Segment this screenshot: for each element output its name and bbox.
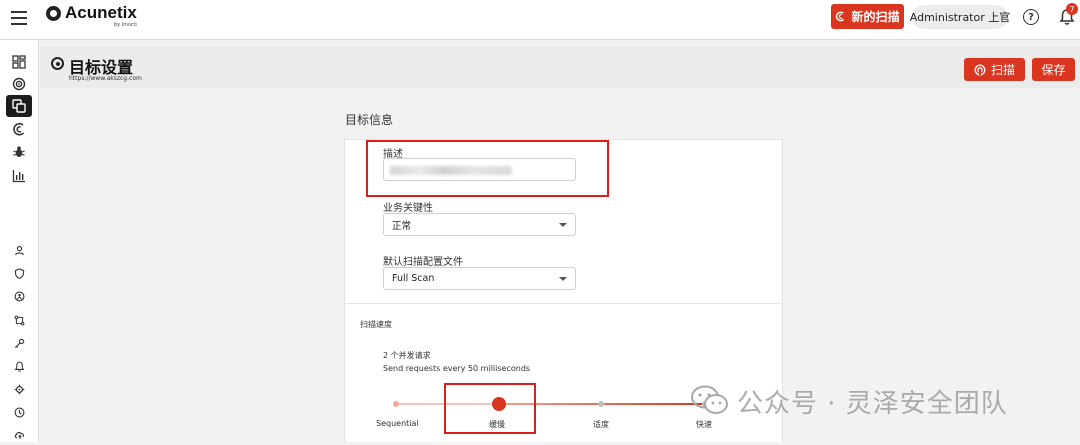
scan-label: 扫描	[990, 63, 1015, 77]
speed-option-sequential[interactable]: Sequential	[376, 419, 419, 428]
user-name: Administrator 上官	[909, 11, 1011, 24]
scan-speed-label: 扫描速度	[360, 320, 392, 329]
speed-option-moderate[interactable]: 适度	[593, 419, 609, 430]
annotation-box-description	[366, 140, 609, 197]
notifications-icon[interactable]	[6, 355, 32, 377]
sidebar	[0, 40, 39, 442]
targets-icon[interactable]	[6, 73, 32, 95]
wechat-icon	[691, 385, 728, 414]
speed-option-fast[interactable]: 快速	[696, 419, 712, 430]
save-button[interactable]: 保存	[1032, 58, 1075, 81]
scans-icon[interactable]	[6, 118, 32, 140]
chevron-down-icon	[559, 223, 567, 227]
criticality-value: 正常	[392, 220, 412, 232]
target-icon	[51, 57, 64, 70]
target-url: https://www.akszcg.com	[69, 75, 142, 82]
acunetix-logo-icon	[46, 6, 61, 21]
target-settings-icon[interactable]	[6, 95, 32, 117]
vulnerabilities-icon[interactable]	[6, 141, 32, 163]
settings-icon[interactable]	[6, 378, 32, 400]
slider-stop-sequential[interactable]	[393, 401, 399, 407]
new-scan-button[interactable]: 新的扫描	[831, 4, 904, 29]
section-title: 目标信息	[345, 113, 394, 127]
watermark-text: 公众号 · 灵泽安全团队	[737, 389, 1008, 419]
shield-icon[interactable]	[6, 262, 32, 284]
new-scan-label: 新的扫描	[851, 10, 900, 24]
clock-icon[interactable]	[6, 401, 32, 423]
dashboard-icon[interactable]	[6, 51, 32, 73]
annotation-box-speed	[444, 383, 536, 434]
watermark: 公众号 · 灵泽安全团队	[690, 383, 1050, 419]
concurrent-requests: 2 个并发请求	[383, 351, 431, 360]
chevron-down-icon	[559, 277, 567, 281]
save-label: 保存	[1041, 63, 1066, 77]
brand-name: Acunetix	[65, 3, 137, 22]
scan-icon	[974, 64, 986, 75]
users-icon[interactable]	[6, 239, 32, 261]
scan-icon	[836, 11, 845, 22]
profile-select[interactable]: Full Scan	[383, 267, 576, 290]
user-menu[interactable]: Administrator 上官	[909, 5, 1011, 29]
menu-icon[interactable]	[11, 11, 27, 25]
scan-button[interactable]: 扫描	[964, 58, 1025, 81]
brand-sub: by Invicti	[114, 22, 137, 28]
page-header	[40, 46, 1080, 88]
top-bar: Acunetix by Invicti 新的扫描 Administrator 上…	[0, 0, 1080, 40]
notification-badge: 7	[1066, 3, 1078, 15]
divider	[344, 303, 783, 304]
key-icon[interactable]	[6, 332, 32, 354]
slider-stop-moderate[interactable]	[598, 401, 604, 407]
profile-value: Full Scan	[392, 273, 435, 284]
integrations-icon[interactable]	[6, 309, 32, 331]
network-icon[interactable]	[6, 285, 32, 307]
reports-icon[interactable]	[6, 165, 32, 187]
criticality-label: 业务关键性	[383, 203, 433, 214]
request-interval: Send requests every 50 milliseconds	[383, 364, 531, 373]
help-icon[interactable]: ?	[1023, 9, 1039, 25]
criticality-select[interactable]: 正常	[383, 213, 576, 236]
profile-label: 默认扫描配置文件	[383, 257, 463, 268]
